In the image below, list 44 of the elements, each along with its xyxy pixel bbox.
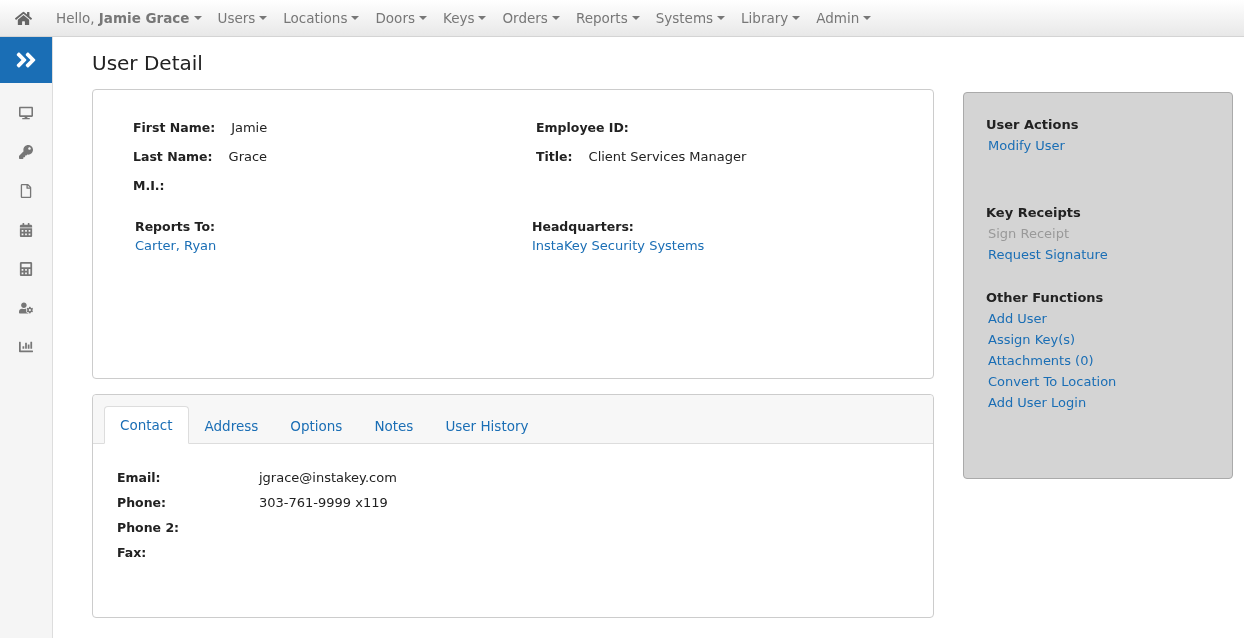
tab[interactable]: User History	[429, 406, 545, 444]
tab[interactable]: Contact	[104, 406, 189, 444]
field-link[interactable]: InstaKey Security Systems	[532, 238, 893, 253]
nav-menu[interactable]: Systems	[648, 10, 733, 26]
field-label: Title:	[536, 149, 573, 166]
field-value: Client Services Manager	[588, 149, 747, 166]
nav-menu[interactable]: Orders	[495, 10, 567, 26]
nav-menu[interactable]: Reports	[568, 10, 647, 26]
page-title: User Detail	[92, 51, 204, 75]
nav-menu[interactable]: Doors	[368, 10, 434, 26]
field-value: 303-761-9999 x119	[259, 495, 389, 510]
user-menu[interactable]: Hello, Jamie Grace	[49, 10, 209, 26]
action-link[interactable]: Assign Key(s)	[986, 332, 1210, 347]
action-link[interactable]: Modify User	[986, 138, 1210, 153]
field-value: jgrace@instakey.com	[259, 470, 398, 485]
field-label: Phone:	[117, 495, 168, 510]
action-link[interactable]: Request Signature	[986, 247, 1210, 262]
field-label: First Name:	[133, 120, 216, 137]
field-label: Last Name:	[133, 149, 213, 166]
field-label: Fax:	[117, 545, 148, 560]
expand-button[interactable]	[0, 37, 52, 83]
tab[interactable]: Notes	[358, 406, 430, 444]
action-link[interactable]: Add User	[986, 311, 1210, 326]
tab[interactable]: Address	[188, 406, 275, 444]
section-title: Key Receipts	[986, 205, 1082, 220]
action-link[interactable]: Add User Login	[986, 395, 1210, 410]
action-link[interactable]: Convert To Location	[986, 374, 1210, 389]
field-label: Headquarters:	[532, 219, 635, 234]
field-label: Employee ID:	[536, 120, 629, 137]
section-title: Other Functions	[986, 290, 1105, 305]
action-link[interactable]: Attachments (0)	[986, 353, 1210, 368]
field-value: Jamie	[231, 120, 268, 137]
field-label: M.I.:	[133, 178, 165, 195]
field-value: Grace	[228, 149, 268, 166]
field-label: Reports To:	[135, 219, 217, 234]
nav-menu[interactable]: Keys	[435, 10, 494, 26]
field-label: Phone 2:	[117, 520, 181, 535]
tab[interactable]: Options	[274, 406, 359, 444]
nav-menu[interactable]: Users	[210, 10, 275, 26]
field-label: Email:	[117, 470, 162, 485]
nav-menu[interactable]: Locations	[276, 10, 367, 26]
nav-menu[interactable]: Library	[734, 10, 808, 26]
section-title: User Actions	[986, 117, 1080, 132]
nav-menu[interactable]: Admin	[809, 10, 879, 26]
